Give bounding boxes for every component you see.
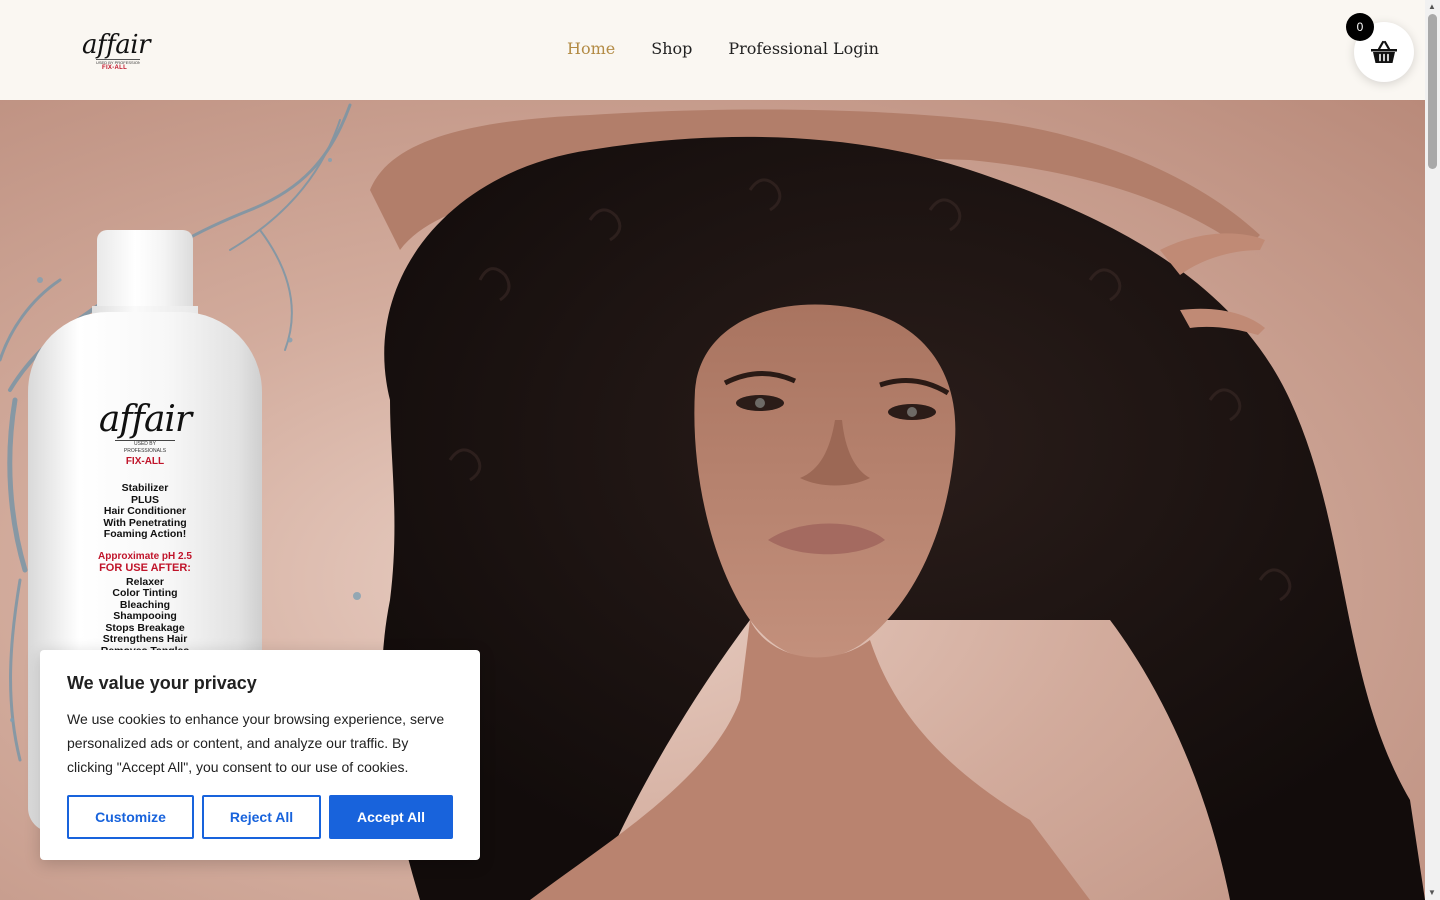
cart-count-badge: 0 [1346, 13, 1374, 41]
label-ph: Approximate pH 2.5 [98, 550, 192, 562]
main-nav: Home Shop Professional Login [567, 38, 879, 60]
cookie-actions: Customize Reject All Accept All [67, 795, 453, 839]
bottle-cap [97, 230, 193, 312]
nav-home[interactable]: Home [567, 38, 615, 60]
label-description: Stabilizer PLUS Hair Conditioner With Pe… [103, 482, 187, 540]
label-uses: Relaxer Color Tinting Bleaching Shampooi… [101, 575, 190, 656]
cookie-title: We value your privacy [67, 673, 257, 693]
cookie-consent-banner: We value your privacy We use cookies to … [40, 650, 480, 860]
scrollbar-thumb[interactable] [1428, 14, 1437, 169]
nav-shop[interactable]: Shop [651, 38, 692, 60]
scroll-down-arrow-icon[interactable]: ▼ [1428, 888, 1436, 898]
label-tagline: USED BY PROFESSIONALS [115, 440, 175, 455]
site-header: affair USED BY PROFESSIONALS FIX-ALL Hom… [0, 0, 1425, 100]
accept-all-button[interactable]: Accept All [329, 795, 453, 839]
cookie-text: We use cookies to enhance your browsing … [67, 711, 445, 775]
product-label: affair USED BY PROFESSIONALS FIX-ALL Sta… [28, 400, 262, 657]
logo-wordmark: affair [82, 30, 151, 60]
label-brand: affair [98, 399, 192, 440]
customize-button[interactable]: Customize [67, 795, 194, 839]
logo-subtitle: FIX-ALL [102, 65, 128, 71]
nav-professional-login[interactable]: Professional Login [728, 38, 879, 60]
label-fix-all: FIX-ALL [125, 456, 165, 467]
hero-model-photo [370, 109, 1425, 900]
reject-all-button[interactable]: Reject All [202, 795, 321, 839]
site-logo[interactable]: affair USED BY PROFESSIONALS FIX-ALL [82, 30, 154, 74]
label-use-heading: FOR USE AFTER: [99, 561, 191, 574]
basket-icon [1371, 40, 1397, 63]
scroll-up-arrow-icon[interactable]: ▲ [1428, 2, 1436, 12]
page-scrollbar[interactable]: ▲ ▼ [1425, 0, 1440, 900]
